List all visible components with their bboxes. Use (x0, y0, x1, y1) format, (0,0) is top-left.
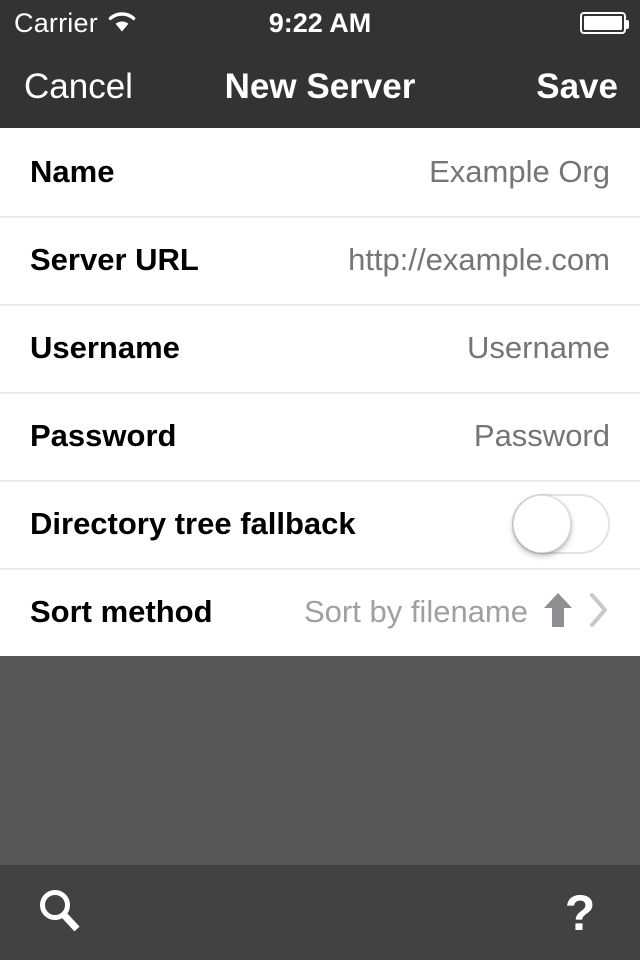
navigation-bar: New Server Cancel Save (0, 46, 640, 128)
row-label: Sort method (30, 594, 213, 629)
clock-label: 9:22 AM (268, 7, 372, 38)
save-button[interactable]: Save (536, 67, 618, 107)
toggle-knob (513, 495, 571, 553)
bottom-toolbar: ? (0, 865, 640, 960)
name-input[interactable] (190, 154, 610, 190)
table-row-password[interactable]: Password (0, 392, 640, 480)
empty-content-area (0, 656, 640, 865)
help-button[interactable]: ? (550, 883, 610, 943)
table-row-name[interactable]: Name (0, 128, 640, 216)
sort-method-value-group: Sort by filename (304, 591, 610, 634)
row-label: Server URL (30, 242, 199, 277)
username-input[interactable] (230, 330, 610, 366)
cancel-button[interactable]: Cancel (24, 67, 133, 107)
status-bar: Carrier 9:22 AM (0, 0, 640, 46)
search-icon (34, 885, 86, 940)
row-label: Password (30, 418, 177, 453)
directory-tree-fallback-toggle[interactable] (512, 494, 610, 554)
row-label: Username (30, 330, 180, 365)
chevron-right-icon (588, 592, 610, 633)
row-label: Directory tree fallback (30, 506, 356, 541)
battery-full-icon (580, 12, 629, 34)
status-bar-right (580, 12, 629, 34)
screen: Carrier 9:22 AM New Server Cancel Save N… (0, 0, 640, 960)
sort-method-value: Sort by filename (304, 594, 528, 629)
table-row-server-url[interactable]: Server URL (0, 216, 640, 304)
help-icon: ? (564, 884, 596, 941)
table-row-directory-tree-fallback[interactable]: Directory tree fallback (0, 480, 640, 568)
search-button[interactable] (30, 883, 90, 943)
table-row-sort-method[interactable]: Sort method Sort by filename (0, 568, 640, 656)
server-url-input[interactable] (230, 242, 610, 278)
password-input[interactable] (230, 418, 610, 454)
form-table: Name Server URL Username Password Direct… (0, 128, 640, 656)
row-label: Name (30, 154, 115, 189)
arrow-up-icon (542, 591, 574, 634)
table-row-username[interactable]: Username (0, 304, 640, 392)
